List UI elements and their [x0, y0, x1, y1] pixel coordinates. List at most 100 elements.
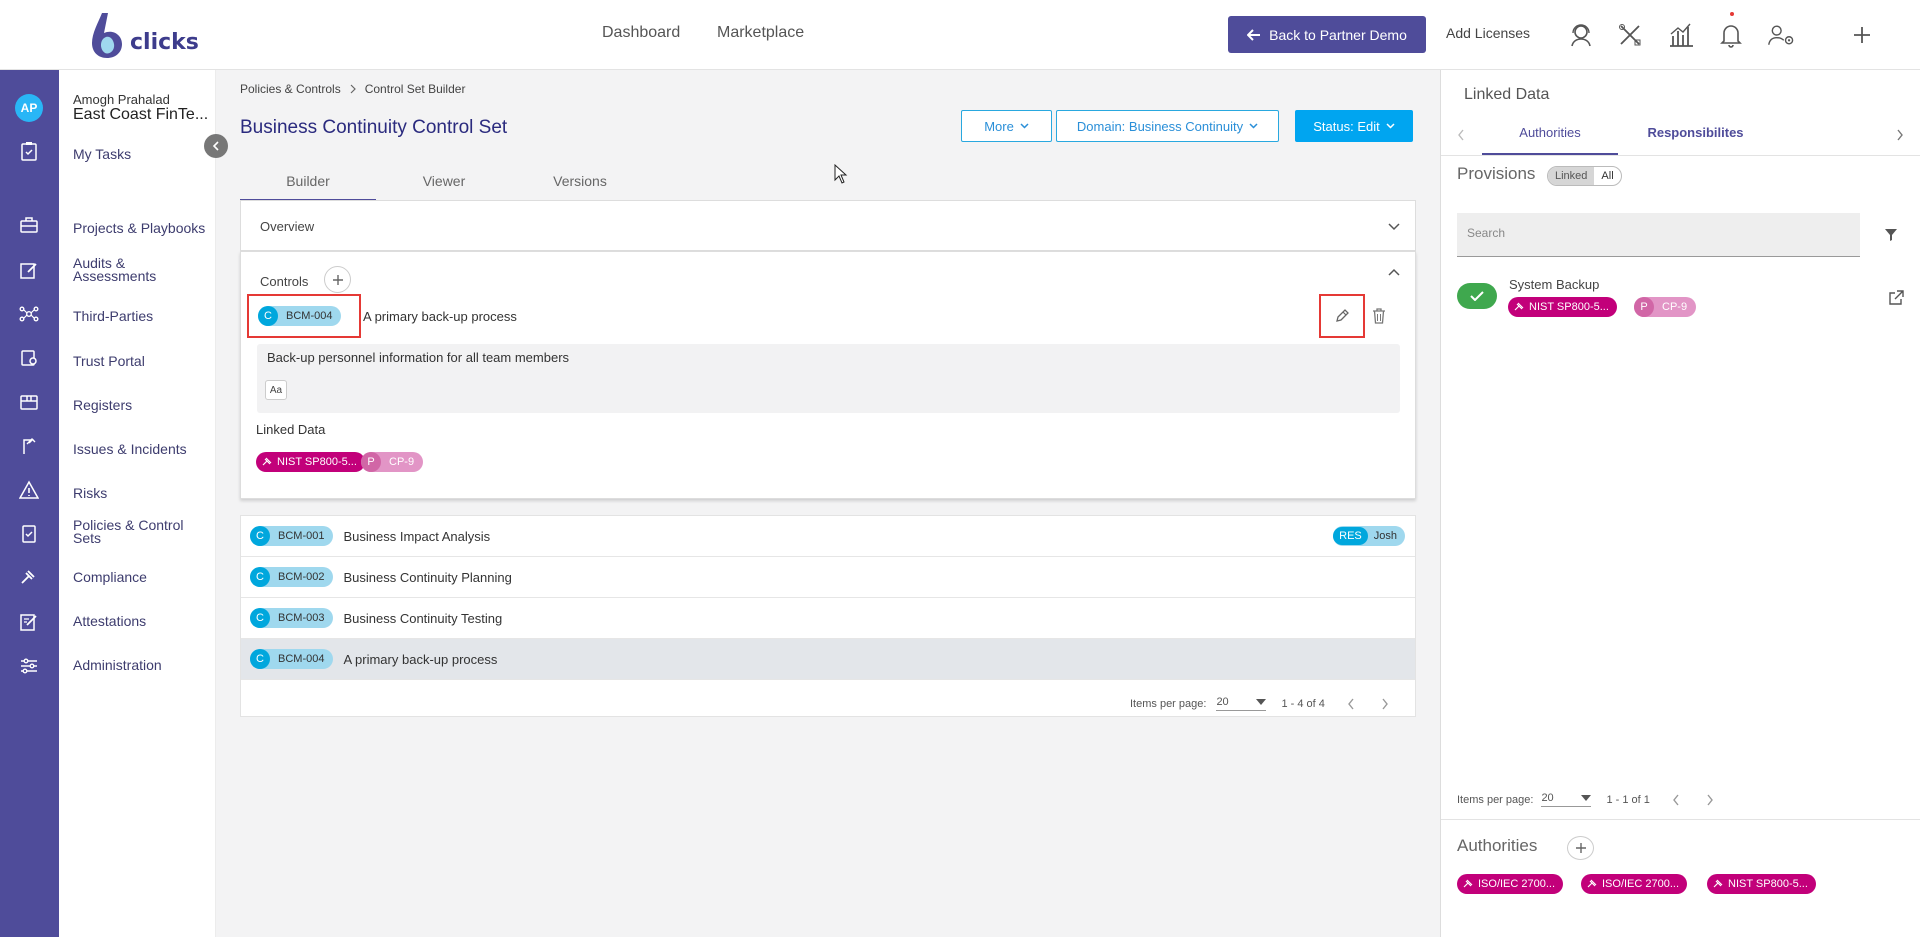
gavel-icon — [262, 457, 272, 466]
domain-select[interactable]: Domain: Business Continuity — [1056, 110, 1279, 142]
caret-down-icon — [1256, 699, 1267, 705]
chevron-left-icon — [212, 141, 219, 151]
add-control-button[interactable] — [324, 266, 351, 293]
responsibility-badge[interactable]: RES Josh — [1333, 526, 1405, 546]
responsibility-name: Josh — [1373, 530, 1397, 542]
portal-icon[interactable] — [18, 347, 40, 369]
authority-chip[interactable]: ISO/IEC 2700... — [1581, 874, 1688, 894]
tab-builder[interactable]: Builder — [240, 163, 376, 201]
items-per-page-select[interactable]: 20 — [1216, 696, 1267, 711]
domain-select-label: Domain: Business Continuity — [1076, 118, 1244, 134]
register-icon[interactable] — [18, 391, 40, 413]
plus-icon[interactable] — [1847, 20, 1877, 50]
tools-icon[interactable] — [1615, 20, 1645, 50]
authority-chip[interactable]: ISO/IEC 2700... — [1457, 874, 1564, 894]
status-button[interactable]: Status: Edit — [1295, 110, 1413, 142]
gavel-icon[interactable] — [18, 567, 40, 589]
panel-title: Linked Data — [1464, 86, 1550, 103]
table-pager: Items per page: 20 1 - 4 of 4 — [1130, 696, 1389, 711]
edit-icon[interactable] — [18, 259, 40, 281]
risk-icon[interactable] — [18, 479, 40, 501]
network-icon[interactable] — [18, 303, 40, 325]
control-description-box[interactable]: Back-up personnel information for all te… — [257, 344, 1400, 413]
chevron-down-icon — [1386, 123, 1395, 129]
avatar[interactable]: AP — [15, 94, 43, 122]
table-row[interactable]: C BCM-003 Business Continuity Testing — [241, 598, 1415, 639]
sidebar-item-my-tasks[interactable]: My Tasks — [73, 147, 131, 161]
user-settings-icon[interactable] — [1767, 20, 1797, 50]
chevron-up-icon[interactable] — [1388, 268, 1400, 276]
nav-marketplace[interactable]: Marketplace — [717, 24, 804, 42]
authority-chip[interactable]: NIST SP800-5... — [256, 452, 365, 472]
briefcase-icon[interactable] — [18, 214, 40, 236]
sidebar-item-issues[interactable]: Issues & Incidents — [73, 442, 187, 456]
search-input[interactable]: Search — [1457, 213, 1860, 257]
nav-dashboard[interactable]: Dashboard — [602, 24, 680, 42]
tasks-icon[interactable] — [18, 140, 40, 162]
sidebar-item-trust-portal[interactable]: Trust Portal — [73, 354, 145, 368]
sidebar-item-risks[interactable]: Risks — [73, 486, 107, 500]
provision-chip[interactable]: P CP-9 — [361, 452, 424, 472]
arrow-left-icon — [1247, 28, 1261, 41]
control-type-badge: C — [250, 526, 270, 546]
tab-responsibilities[interactable]: Responsibilites — [1618, 125, 1773, 155]
tab-versions[interactable]: Versions — [512, 163, 648, 201]
linked-all-toggle[interactable]: Linked All — [1547, 166, 1622, 186]
prev-page-icon[interactable] — [1347, 698, 1355, 710]
authority-chip[interactable]: NIST SP800-5... — [1508, 297, 1617, 317]
overview-section[interactable]: Overview — [240, 200, 1416, 251]
sidebar-item-registers[interactable]: Registers — [73, 398, 132, 412]
attestation-icon[interactable] — [18, 611, 40, 633]
policy-icon[interactable] — [18, 523, 40, 545]
sidebar-item-compliance[interactable]: Compliance — [73, 570, 147, 584]
external-link-icon[interactable] — [1888, 290, 1904, 306]
sidebar-item-third-parties[interactable]: Third-Parties — [73, 309, 153, 323]
provision-chip[interactable]: P CP-9 — [1634, 297, 1697, 317]
items-per-page-value: 20 — [1216, 696, 1229, 708]
bell-icon[interactable] — [1716, 20, 1746, 50]
next-page-icon[interactable] — [1706, 794, 1714, 806]
next-page-icon[interactable] — [1381, 698, 1389, 710]
more-button[interactable]: More — [961, 110, 1052, 142]
chevron-right-icon[interactable] — [1896, 129, 1904, 141]
tab-viewer[interactable]: Viewer — [376, 163, 512, 201]
more-button-label: More — [984, 118, 1014, 134]
add-authority-button[interactable] — [1567, 836, 1594, 860]
toggle-all[interactable]: All — [1594, 167, 1620, 185]
sidebar-item-attestations[interactable]: Attestations — [73, 614, 146, 628]
add-licenses-link[interactable]: Add Licenses — [1446, 25, 1530, 41]
delete-control-button[interactable] — [1372, 308, 1386, 324]
text-format-button[interactable]: Aa — [265, 380, 287, 400]
logo-icon — [92, 13, 122, 58]
chevron-down-icon[interactable] — [1388, 223, 1400, 231]
collapse-sidebar-button[interactable] — [204, 134, 228, 158]
prev-page-icon[interactable] — [1672, 794, 1680, 806]
breadcrumb-policies[interactable]: Policies & Controls — [240, 82, 341, 96]
org-name[interactable]: East Coast FinTe... — [73, 106, 213, 124]
issues-icon[interactable] — [18, 435, 40, 457]
items-per-page-select[interactable]: 20 — [1541, 792, 1592, 807]
tab-authorities[interactable]: Authorities — [1482, 125, 1618, 155]
sidebar-item-policies[interactable]: Policies & Control Sets — [73, 518, 198, 545]
sidebar-item-administration[interactable]: Administration — [73, 658, 162, 672]
analytics-icon[interactable] — [1666, 20, 1696, 50]
provisions-label: Provisions — [1457, 164, 1536, 183]
control-title: Business Continuity Testing — [343, 610, 503, 626]
chevron-down-icon — [1020, 123, 1029, 129]
authority-chip[interactable]: NIST SP800-5... — [1707, 874, 1816, 894]
toggle-linked[interactable]: Linked — [1548, 167, 1595, 185]
support-icon[interactable] — [1566, 20, 1596, 50]
table-row[interactable]: C BCM-001 Business Impact Analysis RES J… — [241, 516, 1415, 557]
linked-check-button[interactable] — [1457, 283, 1497, 309]
logo[interactable]: clicks — [88, 11, 199, 59]
chevron-left-icon[interactable] — [1457, 129, 1465, 141]
table-row[interactable]: C BCM-002 Business Continuity Planning — [241, 557, 1415, 598]
sidebar-item-projects[interactable]: Projects & Playbooks — [73, 221, 205, 235]
table-row-selected[interactable]: C BCM-004 A primary back-up process — [241, 639, 1415, 680]
filter-icon[interactable] — [1884, 228, 1898, 242]
sliders-icon[interactable] — [18, 655, 40, 677]
sidebar-item-audits[interactable]: Audits & Assessments — [73, 256, 183, 283]
edit-control-button[interactable] — [1334, 308, 1350, 324]
back-to-partner-demo-button[interactable]: Back to Partner Demo — [1228, 16, 1426, 53]
status-button-label: Status: Edit — [1313, 118, 1380, 134]
